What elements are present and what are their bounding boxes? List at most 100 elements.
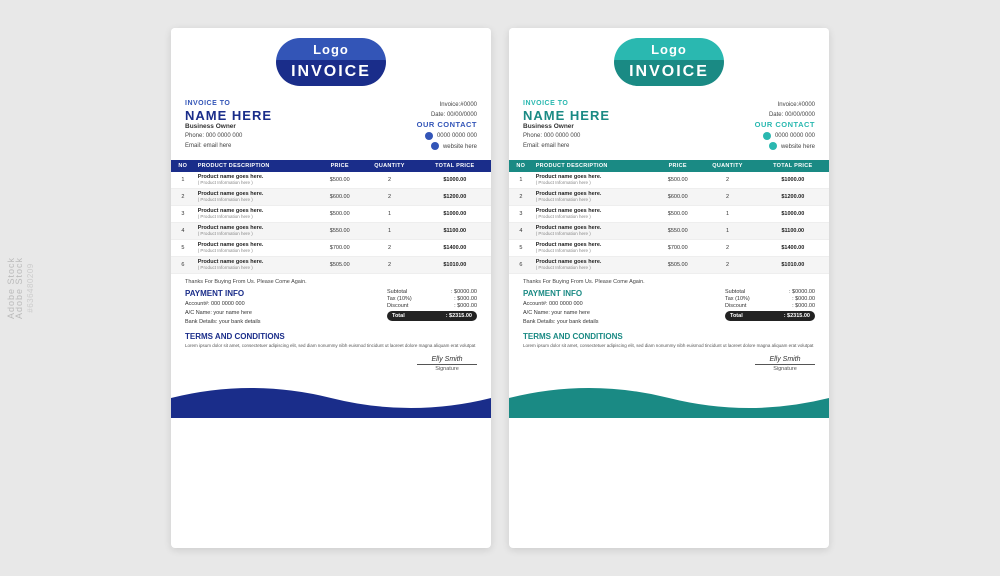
tax-row-left: Tax (10%) : $000.00 — [387, 296, 477, 302]
cell-price: $700.00 — [657, 239, 698, 256]
invoice-to-block-right: INVOICE TO NAME HERE Business Owner Phon… — [523, 100, 610, 152]
cell-desc: Product name goes here. ( Product Inform… — [533, 256, 657, 273]
terms-label-left: TERMS AND CONDITIONS — [185, 332, 477, 341]
bottom-section-left: Thanks For Buying From Us. Please Come A… — [171, 274, 491, 328]
table-row: 4 Product name goes here. ( Product Info… — [509, 222, 829, 239]
table-row: 1 Product name goes here. ( Product Info… — [509, 172, 829, 189]
cell-qty: 2 — [698, 172, 756, 189]
info-section-left: INVOICE TO NAME HERE Business Owner Phon… — [171, 94, 491, 156]
website-contact-right: website here — [755, 142, 815, 152]
total-final-left: Total : $2315.00 — [387, 311, 477, 321]
col-desc-left: PRODUCT DESCRIPTION — [195, 160, 319, 172]
payment-info-block-left: PAYMENT INFO Account#: 000 0000 000 A/C … — [185, 289, 387, 328]
cell-no: 2 — [171, 188, 195, 205]
invoice-header-right: Logo INVOICE — [509, 28, 829, 94]
email-left: Email: email here — [185, 142, 272, 152]
col-qty-right: QUANTITY — [698, 160, 756, 172]
cell-desc: Product name goes here. ( Product Inform… — [195, 172, 319, 189]
signature-block-left: Elly Smith Signature — [417, 356, 477, 372]
cell-price: $600.00 — [657, 188, 698, 205]
invoice-text-right: INVOICE — [614, 60, 724, 86]
signature-line-right — [755, 364, 815, 365]
cell-total: $1100.00 — [419, 222, 491, 239]
cell-no: 5 — [509, 239, 533, 256]
subtotal-row-right: Subtotal : $0000.00 — [725, 289, 815, 295]
info-section-right: INVOICE TO NAME HERE Business Owner Phon… — [509, 94, 829, 156]
cell-qty: 2 — [360, 256, 418, 273]
signature-block-right: Elly Smith Signature — [755, 356, 815, 372]
col-price-right: PRICE — [657, 160, 698, 172]
cell-price: $700.00 — [319, 239, 360, 256]
col-desc-right: PRODUCT DESCRIPTION — [533, 160, 657, 172]
cell-desc: Product name goes here. ( Product Inform… — [533, 205, 657, 222]
totals-block-right: Subtotal : $0000.00 Tax (10%) : $000.00 … — [725, 289, 815, 321]
phone-icon-right — [763, 132, 771, 140]
invoice-to-label-right: INVOICE TO — [523, 100, 610, 107]
invoice-table-left: NO PRODUCT DESCRIPTION PRICE QUANTITY TO… — [171, 160, 491, 274]
table-row: 5 Product name goes here. ( Product Info… — [509, 239, 829, 256]
cell-no: 4 — [171, 222, 195, 239]
phone-icon-left — [425, 132, 433, 140]
payment-info-label-left: PAYMENT INFO — [185, 289, 387, 298]
cell-desc: Product name goes here. ( Product Inform… — [195, 222, 319, 239]
cell-desc: Product name goes here. ( Product Inform… — [533, 222, 657, 239]
cell-no: 4 — [509, 222, 533, 239]
cell-total: $1200.00 — [757, 188, 829, 205]
invoice-right: Logo INVOICE INVOICE TO NAME HERE Busine… — [509, 28, 829, 548]
cell-total: $1000.00 — [757, 205, 829, 222]
cell-no: 3 — [509, 205, 533, 222]
table-row: 5 Product name goes here. ( Product Info… — [171, 239, 491, 256]
cell-desc: Product name goes here. ( Product Inform… — [195, 256, 319, 273]
business-owner-left: Business Owner — [185, 123, 272, 130]
cell-no: 6 — [171, 256, 195, 273]
table-row: 3 Product name goes here. ( Product Info… — [171, 205, 491, 222]
cell-no: 1 — [171, 172, 195, 189]
invoice-num-left: Invoice:#0000 — [417, 100, 477, 110]
phone-contact-left: 0000 0000 000 — [417, 131, 477, 141]
invoice-meta-left: Invoice:#0000 Date: 00/00/0000 OUR CONTA… — [417, 100, 477, 152]
bottom-section-right: Thanks For Buying From Us. Please Come A… — [509, 274, 829, 328]
cell-total: $1010.00 — [757, 256, 829, 273]
table-row: 2 Product name goes here. ( Product Info… — [171, 188, 491, 205]
cell-no: 5 — [171, 239, 195, 256]
cell-price: $500.00 — [657, 205, 698, 222]
cell-price: $505.00 — [319, 256, 360, 273]
phone-left: Phone: 000 0000 000 — [185, 132, 272, 142]
thanks-left: Thanks For Buying From Us. Please Come A… — [185, 279, 477, 285]
table-row: 1 Product name goes here. ( Product Info… — [171, 172, 491, 189]
cell-no: 6 — [509, 256, 533, 273]
cell-price: $500.00 — [319, 205, 360, 222]
cell-qty: 1 — [360, 222, 418, 239]
signature-name-left: Elly Smith — [417, 356, 477, 363]
name-here-right: NAME HERE — [523, 108, 610, 123]
table-row: 2 Product name goes here. ( Product Info… — [509, 188, 829, 205]
cell-qty: 2 — [360, 172, 418, 189]
cell-total: $1400.00 — [419, 239, 491, 256]
date-right: Date: 00/00/0000 — [755, 110, 815, 120]
tax-row-right: Tax (10%) : $000.00 — [725, 296, 815, 302]
our-contact-label-right: OUR CONTACT — [755, 120, 815, 129]
table-row: 4 Product name goes here. ( Product Info… — [171, 222, 491, 239]
email-right: Email: email here — [523, 142, 610, 152]
invoice-table-right: NO PRODUCT DESCRIPTION PRICE QUANTITY TO… — [509, 160, 829, 274]
cell-no: 3 — [171, 205, 195, 222]
signature-label-left: Signature — [417, 366, 477, 372]
cell-total: $1000.00 — [419, 172, 491, 189]
cell-desc: Product name goes here. ( Product Inform… — [533, 239, 657, 256]
col-total-left: TOTAL PRICE — [419, 160, 491, 172]
thanks-right: Thanks For Buying From Us. Please Come A… — [523, 279, 815, 285]
invoice-header-left: Logo INVOICE — [171, 28, 491, 94]
business-owner-right: Business Owner — [523, 123, 610, 130]
cell-no: 2 — [509, 188, 533, 205]
table-row: 3 Product name goes here. ( Product Info… — [509, 205, 829, 222]
cell-price: $550.00 — [319, 222, 360, 239]
cell-price: $500.00 — [319, 172, 360, 189]
cell-desc: Product name goes here. ( Product Inform… — [533, 172, 657, 189]
cell-desc: Product name goes here. ( Product Inform… — [195, 205, 319, 222]
payment-info-label-right: PAYMENT INFO — [523, 289, 725, 298]
cell-price: $550.00 — [657, 222, 698, 239]
invoice-to-label-left: INVOICE TO — [185, 100, 272, 107]
cell-price: $505.00 — [657, 256, 698, 273]
our-contact-label-left: OUR CONTACT — [417, 120, 477, 129]
cell-total: $1400.00 — [757, 239, 829, 256]
